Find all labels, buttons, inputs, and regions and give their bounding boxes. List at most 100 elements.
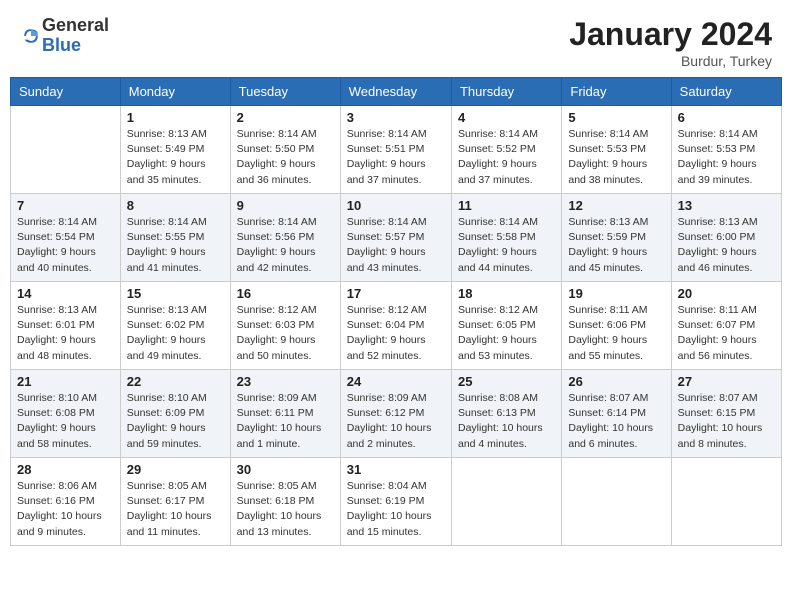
- day-info: Sunrise: 8:10 AMSunset: 6:09 PMDaylight:…: [127, 391, 224, 452]
- calendar-day-cell: 9 Sunrise: 8:14 AMSunset: 5:56 PMDaylight…: [230, 194, 340, 282]
- day-info: Sunrise: 8:09 AMSunset: 6:12 PMDaylight:…: [347, 391, 445, 452]
- calendar-day-cell: 11 Sunrise: 8:14 AMSunset: 5:58 PMDayligh…: [451, 194, 561, 282]
- day-number: 19: [568, 286, 664, 301]
- day-of-week-header: Wednesday: [340, 78, 451, 106]
- day-number: 3: [347, 110, 445, 125]
- day-info: Sunrise: 8:13 AMSunset: 5:59 PMDaylight:…: [568, 215, 664, 276]
- day-info: Sunrise: 8:13 AMSunset: 5:49 PMDaylight:…: [127, 127, 224, 188]
- day-number: 7: [17, 198, 114, 213]
- calendar-day-cell: 8 Sunrise: 8:14 AMSunset: 5:55 PMDaylight…: [120, 194, 230, 282]
- calendar-day-cell: 25 Sunrise: 8:08 AMSunset: 6:13 PMDayligh…: [451, 370, 561, 458]
- logo: General Blue: [20, 16, 109, 56]
- calendar-day-cell: 19 Sunrise: 8:11 AMSunset: 6:06 PMDayligh…: [562, 282, 671, 370]
- calendar-day-cell: 1 Sunrise: 8:13 AMSunset: 5:49 PMDaylight…: [120, 106, 230, 194]
- day-info: Sunrise: 8:09 AMSunset: 6:11 PMDaylight:…: [237, 391, 334, 452]
- calendar-day-cell: 15 Sunrise: 8:13 AMSunset: 6:02 PMDayligh…: [120, 282, 230, 370]
- calendar-day-cell: 26 Sunrise: 8:07 AMSunset: 6:14 PMDayligh…: [562, 370, 671, 458]
- day-number: 6: [678, 110, 775, 125]
- day-number: 16: [237, 286, 334, 301]
- day-info: Sunrise: 8:06 AMSunset: 6:16 PMDaylight:…: [17, 479, 114, 540]
- day-info: Sunrise: 8:05 AMSunset: 6:17 PMDaylight:…: [127, 479, 224, 540]
- calendar-day-cell: 4Sunrise: 8:14 AMSunset: 5:52 PMDaylight…: [451, 106, 561, 194]
- day-info: Sunrise: 8:14 AMSunset: 5:58 PMDaylight:…: [458, 215, 555, 276]
- day-number: 4: [458, 110, 555, 125]
- calendar-day-cell: 22 Sunrise: 8:10 AMSunset: 6:09 PMDayligh…: [120, 370, 230, 458]
- day-info: Sunrise: 8:10 AMSunset: 6:08 PMDaylight:…: [17, 391, 114, 452]
- day-number: 22: [127, 374, 224, 389]
- day-info: Sunrise: 8:14 AMSunset: 5:53 PMDaylight:…: [678, 127, 775, 188]
- day-number: 27: [678, 374, 775, 389]
- calendar-day-cell: 27 Sunrise: 8:07 AMSunset: 6:15 PMDayligh…: [671, 370, 781, 458]
- logo-blue-text: Blue: [42, 35, 81, 55]
- day-number: 24: [347, 374, 445, 389]
- day-of-week-header: Thursday: [451, 78, 561, 106]
- day-info: Sunrise: 8:07 AMSunset: 6:14 PMDaylight:…: [568, 391, 664, 452]
- day-number: 31: [347, 462, 445, 477]
- calendar-day-cell: 16Sunrise: 8:12 AMSunset: 6:03 PMDayligh…: [230, 282, 340, 370]
- day-info: Sunrise: 8:08 AMSunset: 6:13 PMDaylight:…: [458, 391, 555, 452]
- day-number: 23: [237, 374, 334, 389]
- day-of-week-header: Sunday: [11, 78, 121, 106]
- day-info: Sunrise: 8:05 AMSunset: 6:18 PMDaylight:…: [237, 479, 334, 540]
- calendar-day-cell: 30 Sunrise: 8:05 AMSunset: 6:18 PMDayligh…: [230, 458, 340, 546]
- calendar-header-row: SundayMondayTuesdayWednesdayThursdayFrid…: [11, 78, 782, 106]
- calendar-day-cell: 20Sunrise: 8:11 AMSunset: 6:07 PMDayligh…: [671, 282, 781, 370]
- calendar-day-cell: 7 Sunrise: 8:14 AMSunset: 5:54 PMDaylight…: [11, 194, 121, 282]
- day-info: Sunrise: 8:07 AMSunset: 6:15 PMDaylight:…: [678, 391, 775, 452]
- day-number: 11: [458, 198, 555, 213]
- day-number: 15: [127, 286, 224, 301]
- calendar-day-cell: 12 Sunrise: 8:13 AMSunset: 5:59 PMDayligh…: [562, 194, 671, 282]
- calendar-week-row: 7 Sunrise: 8:14 AMSunset: 5:54 PMDaylight…: [11, 194, 782, 282]
- day-number: 26: [568, 374, 664, 389]
- calendar-week-row: 28 Sunrise: 8:06 AMSunset: 6:16 PMDayligh…: [11, 458, 782, 546]
- calendar-day-cell: 31 Sunrise: 8:04 AMSunset: 6:19 PMDayligh…: [340, 458, 451, 546]
- calendar-day-cell: 10Sunrise: 8:14 AMSunset: 5:57 PMDayligh…: [340, 194, 451, 282]
- day-number: 29: [127, 462, 224, 477]
- day-number: 18: [458, 286, 555, 301]
- calendar-day-cell: 21 Sunrise: 8:10 AMSunset: 6:08 PMDayligh…: [11, 370, 121, 458]
- calendar-day-cell: 2Sunrise: 8:14 AMSunset: 5:50 PMDaylight…: [230, 106, 340, 194]
- day-info: Sunrise: 8:14 AMSunset: 5:54 PMDaylight:…: [17, 215, 114, 276]
- day-number: 30: [237, 462, 334, 477]
- calendar-day-cell: [11, 106, 121, 194]
- day-info: Sunrise: 8:13 AMSunset: 6:02 PMDaylight:…: [127, 303, 224, 364]
- day-of-week-header: Tuesday: [230, 78, 340, 106]
- calendar-day-cell: 23 Sunrise: 8:09 AMSunset: 6:11 PMDayligh…: [230, 370, 340, 458]
- day-number: 28: [17, 462, 114, 477]
- calendar-day-cell: 18 Sunrise: 8:12 AMSunset: 6:05 PMDayligh…: [451, 282, 561, 370]
- day-info: Sunrise: 8:12 AMSunset: 6:05 PMDaylight:…: [458, 303, 555, 364]
- day-info: Sunrise: 8:14 AMSunset: 5:51 PMDaylight:…: [347, 127, 445, 188]
- calendar-day-cell: 3 Sunrise: 8:14 AMSunset: 5:51 PMDaylight…: [340, 106, 451, 194]
- day-info: Sunrise: 8:04 AMSunset: 6:19 PMDaylight:…: [347, 479, 445, 540]
- day-number: 25: [458, 374, 555, 389]
- day-number: 9: [237, 198, 334, 213]
- month-title: January 2024: [569, 16, 772, 53]
- day-number: 8: [127, 198, 224, 213]
- day-info: Sunrise: 8:14 AMSunset: 5:56 PMDaylight:…: [237, 215, 334, 276]
- calendar-week-row: 1 Sunrise: 8:13 AMSunset: 5:49 PMDaylight…: [11, 106, 782, 194]
- calendar-day-cell: [671, 458, 781, 546]
- day-number: 12: [568, 198, 664, 213]
- day-number: 14: [17, 286, 114, 301]
- calendar-day-cell: 5Sunrise: 8:14 AMSunset: 5:53 PMDaylight…: [562, 106, 671, 194]
- day-number: 13: [678, 198, 775, 213]
- calendar-week-row: 21 Sunrise: 8:10 AMSunset: 6:08 PMDayligh…: [11, 370, 782, 458]
- calendar-day-cell: [562, 458, 671, 546]
- day-number: 17: [347, 286, 445, 301]
- day-number: 1: [127, 110, 224, 125]
- calendar-day-cell: 13 Sunrise: 8:13 AMSunset: 6:00 PMDayligh…: [671, 194, 781, 282]
- day-info: Sunrise: 8:14 AMSunset: 5:50 PMDaylight:…: [237, 127, 334, 188]
- calendar-table: SundayMondayTuesdayWednesdayThursdayFrid…: [10, 77, 782, 546]
- day-number: 21: [17, 374, 114, 389]
- day-info: Sunrise: 8:11 AMSunset: 6:07 PMDaylight:…: [678, 303, 775, 364]
- day-info: Sunrise: 8:13 AMSunset: 6:01 PMDaylight:…: [17, 303, 114, 364]
- calendar-day-cell: 28 Sunrise: 8:06 AMSunset: 6:16 PMDayligh…: [11, 458, 121, 546]
- calendar-day-cell: 14 Sunrise: 8:13 AMSunset: 6:01 PMDayligh…: [11, 282, 121, 370]
- calendar-day-cell: 17Sunrise: 8:12 AMSunset: 6:04 PMDayligh…: [340, 282, 451, 370]
- day-of-week-header: Saturday: [671, 78, 781, 106]
- day-info: Sunrise: 8:13 AMSunset: 6:00 PMDaylight:…: [678, 215, 775, 276]
- day-info: Sunrise: 8:14 AMSunset: 5:57 PMDaylight:…: [347, 215, 445, 276]
- day-info: Sunrise: 8:11 AMSunset: 6:06 PMDaylight:…: [568, 303, 664, 364]
- calendar-week-row: 14 Sunrise: 8:13 AMSunset: 6:01 PMDayligh…: [11, 282, 782, 370]
- day-info: Sunrise: 8:14 AMSunset: 5:55 PMDaylight:…: [127, 215, 224, 276]
